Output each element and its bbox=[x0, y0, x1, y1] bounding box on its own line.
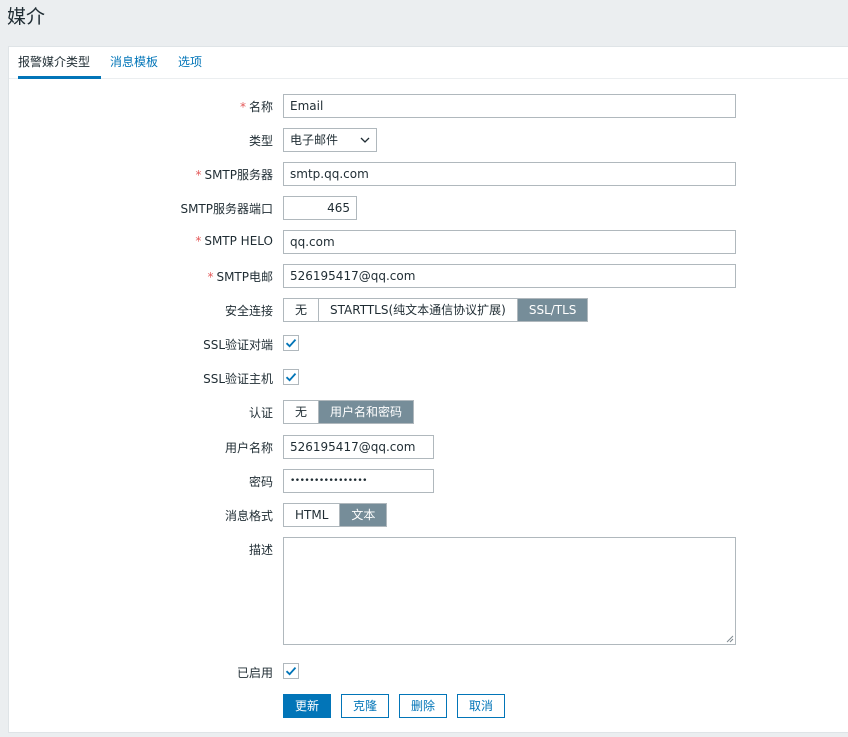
message-format-option-html[interactable]: HTML bbox=[284, 504, 341, 526]
checkmark-icon bbox=[285, 373, 297, 382]
smtp-helo-label: * SMTP HELO bbox=[195, 234, 273, 248]
page-title: 媒介 bbox=[7, 6, 46, 28]
ssl-verify-host-label: SSL验证主机 bbox=[203, 372, 273, 386]
smtp-port-input[interactable]: 465 bbox=[283, 196, 357, 220]
auth-option-username-password[interactable]: 用户名和密码 bbox=[319, 401, 414, 423]
tab-media-type[interactable]: 报警媒介类型 bbox=[18, 47, 101, 79]
media-type-form-panel: 报警媒介类型 消息模板 选项 * 名称 Email 类型 电子邮件 * SMTP服务… bbox=[8, 46, 848, 733]
required-marker: * bbox=[195, 168, 202, 182]
smtp-email-label: * SMTP电邮 bbox=[207, 270, 273, 284]
security-label: 安全连接 bbox=[224, 304, 273, 318]
type-select[interactable]: 电子邮件 bbox=[283, 128, 377, 152]
resize-handle-icon[interactable] bbox=[725, 634, 734, 643]
checkmark-icon bbox=[285, 339, 297, 348]
security-option-starttls[interactable]: STARTTLS(纯文本通信协议扩展) bbox=[319, 299, 518, 321]
tab-message-templates[interactable]: 消息模板 bbox=[110, 47, 158, 79]
security-segmented-control: 无 STARTTLS(纯文本通信协议扩展) SSL/TLS bbox=[283, 298, 589, 322]
tab-options[interactable]: 选项 bbox=[178, 47, 202, 79]
cancel-button[interactable]: 取消 bbox=[457, 694, 505, 718]
ssl-verify-peer-label: SSL验证对端 bbox=[203, 338, 273, 352]
chevron-down-icon bbox=[360, 137, 370, 143]
message-format-segmented-control: HTML 文本 bbox=[283, 503, 388, 527]
auth-option-none[interactable]: 无 bbox=[284, 401, 320, 423]
required-marker: * bbox=[239, 100, 246, 114]
password-input[interactable]: •••••••••••••••• bbox=[283, 469, 434, 493]
description-label: 描述 bbox=[248, 543, 273, 557]
username-input[interactable]: 526195417@qq.com bbox=[283, 435, 434, 459]
password-label: 密码 bbox=[248, 475, 273, 489]
ssl-verify-peer-checkbox[interactable] bbox=[283, 335, 299, 351]
security-option-none[interactable]: 无 bbox=[284, 299, 320, 321]
type-label: 类型 bbox=[248, 134, 273, 148]
description-textarea[interactable] bbox=[283, 537, 736, 645]
smtp-server-input[interactable]: smtp.qq.com bbox=[283, 162, 736, 186]
delete-button[interactable]: 删除 bbox=[399, 694, 447, 718]
auth-label: 认证 bbox=[248, 406, 273, 420]
clone-button[interactable]: 克隆 bbox=[341, 694, 389, 718]
required-marker: * bbox=[207, 270, 214, 284]
type-select-value: 电子邮件 bbox=[290, 133, 339, 147]
checkmark-icon bbox=[285, 667, 297, 676]
name-input[interactable]: Email bbox=[283, 94, 736, 118]
smtp-email-input[interactable]: 526195417@qq.com bbox=[283, 264, 736, 288]
auth-segmented-control: 无 用户名和密码 bbox=[283, 400, 415, 424]
smtp-server-label: * SMTP服务器 bbox=[195, 168, 273, 182]
smtp-helo-input[interactable]: qq.com bbox=[283, 230, 736, 254]
ssl-verify-host-checkbox[interactable] bbox=[283, 369, 299, 385]
name-label: * 名称 bbox=[239, 100, 273, 114]
update-button[interactable]: 更新 bbox=[283, 694, 331, 718]
username-label: 用户名称 bbox=[224, 441, 273, 455]
smtp-port-label: SMTP服务器端口 bbox=[180, 202, 273, 216]
enabled-checkbox[interactable] bbox=[283, 663, 299, 679]
tab-bar: 报警媒介类型 消息模板 选项 bbox=[9, 47, 848, 79]
message-format-option-text[interactable]: 文本 bbox=[340, 504, 387, 526]
security-option-ssl-tls[interactable]: SSL/TLS bbox=[517, 299, 588, 321]
required-marker: * bbox=[195, 234, 202, 248]
message-format-label: 消息格式 bbox=[224, 509, 273, 523]
enabled-label: 已启用 bbox=[236, 666, 273, 680]
